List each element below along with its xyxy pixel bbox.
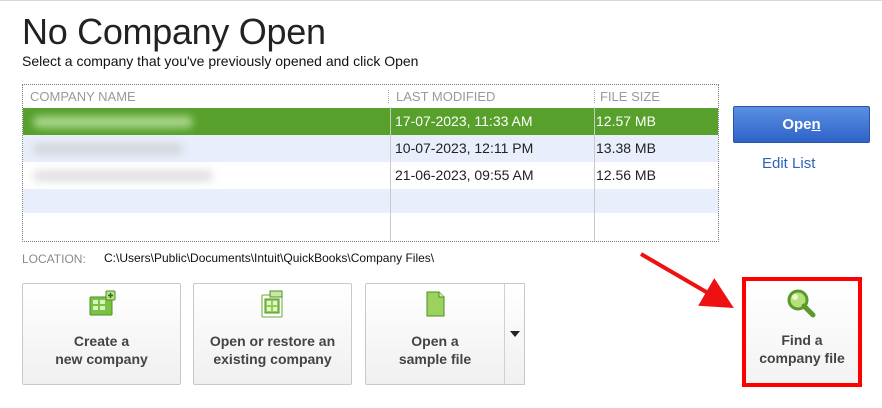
create-new-company-button[interactable]: Create a new company [22,283,181,385]
tile-label: Open or restore an existing company [209,333,336,367]
tile-label: Find a company file [759,332,845,366]
column-header-company-name[interactable]: COMPANY NAME [30,89,136,104]
cell-file-size: 13.38 MB [596,140,656,156]
open-button-label: Open [782,116,821,133]
column-separator[interactable] [594,90,596,103]
location-path: C:\Users\Public\Documents\Intuit\QuickBo… [104,251,435,265]
company-name-redacted [33,170,213,182]
column-header-file-size[interactable]: FILE SIZE [600,89,660,104]
column-divider [390,107,391,241]
column-divider [594,107,595,241]
sample-file-dropdown[interactable] [504,283,525,385]
sample-file-icon [420,289,450,323]
location-label: LOCATION: [22,252,86,266]
cell-file-size: 12.56 MB [596,167,656,183]
company-list-table[interactable]: COMPANY NAME LAST MODIFIED FILE SIZE 17-… [22,84,719,242]
find-company-file-button[interactable]: Find a company file [746,281,858,383]
page-subtitle: Select a company that you've previously … [22,53,419,69]
table-row[interactable]: 10-07-2023, 12:11 PM 13.38 MB [23,135,718,162]
top-divider [0,0,882,1]
table-row[interactable]: 21-06-2023, 09:55 AM 12.56 MB [23,162,718,189]
column-separator[interactable] [388,90,390,103]
open-restore-company-button[interactable]: Open or restore an existing company [193,283,352,385]
company-name-redacted [33,116,193,128]
tile-label: Open a sample file [398,333,472,367]
page-title: No Company Open [22,11,326,52]
open-sample-file-button[interactable]: Open a sample file [365,283,505,385]
cell-file-size: 12.57 MB [596,113,656,129]
magnifier-icon [782,285,822,329]
cell-last-modified: 10-07-2023, 12:11 PM [395,140,534,156]
column-header-last-modified[interactable]: LAST MODIFIED [396,89,495,104]
cell-last-modified: 17-07-2023, 11:33 AM [395,113,533,129]
table-header: COMPANY NAME LAST MODIFIED FILE SIZE [23,85,718,107]
tile-label: Create a new company [55,333,148,367]
table-row-empty [23,189,718,213]
cell-last-modified: 21-06-2023, 09:55 AM [395,167,534,183]
table-row-selected[interactable]: 17-07-2023, 11:33 AM 12.57 MB [23,108,718,135]
caret-down-icon [510,331,520,337]
company-name-redacted [33,143,183,155]
open-restore-icon [258,289,288,323]
edit-list-link[interactable]: Edit List [762,155,815,172]
create-company-icon [87,289,117,323]
open-button[interactable]: Open [733,106,870,143]
